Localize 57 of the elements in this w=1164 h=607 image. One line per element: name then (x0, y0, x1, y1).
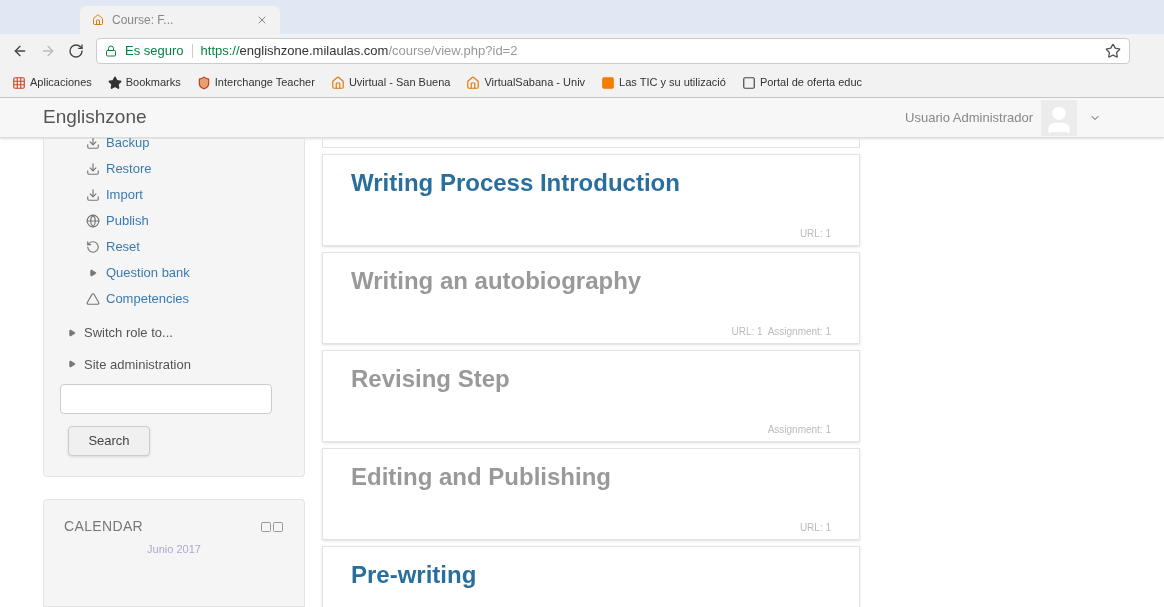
activity-summary: Assignment: 1 (767, 423, 831, 437)
secure-label: Es seguro (125, 42, 184, 61)
bookmark-item[interactable]: Las TIC y su utilizació (601, 74, 726, 91)
download-icon (86, 162, 100, 176)
admin-menu-link[interactable]: Publish (86, 209, 280, 233)
shield-icon (196, 75, 211, 90)
house-icon (466, 75, 481, 90)
bookmark-star-icon[interactable] (1105, 43, 1121, 59)
close-icon[interactable] (256, 14, 268, 26)
lock-icon (105, 45, 117, 57)
admin-menu-link[interactable]: Question bank (86, 261, 280, 285)
caret-icon (89, 269, 97, 277)
house-icon (330, 75, 345, 90)
reset-icon (86, 240, 100, 254)
globe-icon (86, 214, 100, 228)
admin-menu-link[interactable]: Restore (86, 157, 280, 181)
back-icon[interactable] (12, 43, 28, 59)
bookmark-item[interactable]: Uvirtual - San Buena (330, 74, 451, 91)
section-title[interactable]: Pre-writing (351, 557, 831, 593)
search-field[interactable] (60, 384, 272, 414)
bookmark-item[interactable]: Aplicaciones (12, 74, 92, 91)
admin-section-toggle[interactable]: Site administration (68, 354, 280, 374)
section-title[interactable]: Editing and Publishing (351, 459, 831, 495)
tab-title: Course: F... (112, 12, 175, 28)
section-title[interactable]: Writing an autobiography (351, 263, 831, 299)
collapse-icon[interactable] (260, 520, 272, 533)
reload-icon[interactable] (68, 43, 84, 59)
section-title[interactable]: Revising Step (351, 361, 831, 397)
admin-menu-link[interactable]: Reset (86, 235, 280, 259)
admin-menu-link[interactable]: Import (86, 183, 280, 207)
browser-tab[interactable]: Course: F... (80, 6, 280, 34)
bookmark-item[interactable]: Portal de oferta educ (741, 74, 862, 91)
calendar-title: CALENDAR (64, 517, 145, 536)
bookmark-item[interactable]: VirtualSabana - Univ (466, 74, 586, 91)
house-icon (92, 14, 104, 26)
forward-icon[interactable] (40, 43, 56, 59)
blog-icon (601, 75, 616, 90)
site-brand[interactable]: Englishzone (43, 103, 147, 132)
admin-section-toggle[interactable]: Switch role to... (68, 323, 280, 343)
user-name[interactable]: Usuario Administrador (905, 107, 1033, 128)
download-icon (86, 138, 100, 150)
download-icon (86, 188, 100, 202)
activity-summary: URL: 1 Assignment: 1 (731, 325, 831, 339)
bookmark-item[interactable]: Bookmarks (107, 74, 181, 91)
cone-icon (86, 292, 100, 306)
activity-summary: URL: 1 (799, 227, 831, 241)
admin-menu-link[interactable]: Competencies (86, 287, 280, 311)
section-title[interactable]: Writing Process Introduction (351, 165, 831, 201)
dock-icon[interactable] (272, 520, 284, 533)
star-icon (107, 75, 122, 90)
search-button[interactable]: Search (68, 426, 150, 456)
url-text: https://englishzone.milaulas.com/course/view.php?id=2 (200, 42, 519, 61)
apps-icon (12, 75, 26, 90)
activity-summary: URL: 1 (799, 521, 831, 535)
address-bar[interactable]: Es seguro https://englishzone.milaulas.com/course/view.php?id=2 (96, 38, 1130, 64)
bookmark-item[interactable]: Interchange Teacher (196, 74, 315, 91)
admin-menu-link[interactable]: Backup (86, 138, 280, 155)
